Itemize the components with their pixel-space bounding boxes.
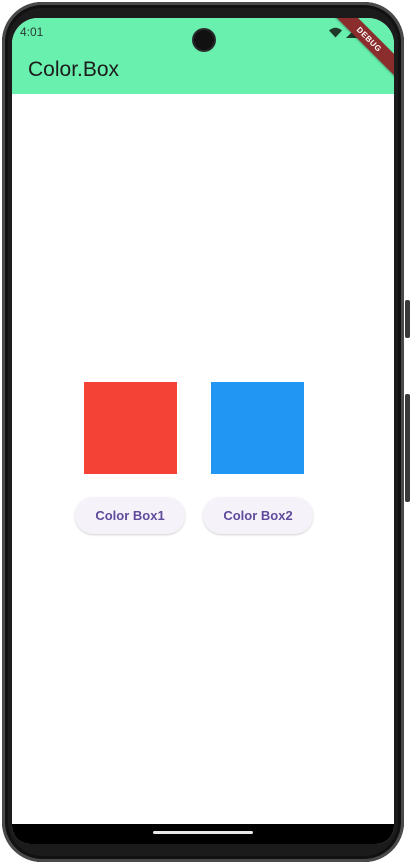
front-camera	[194, 30, 214, 50]
app-bar: 4:01 Color.Box DEBUG	[12, 18, 394, 94]
color-box1-button[interactable]: Color Box1	[75, 497, 185, 534]
home-indicator[interactable]	[153, 831, 253, 834]
status-time: 4:01	[20, 25, 44, 39]
color-box-2	[211, 382, 304, 474]
device-frame: 4:01 Color.Box DEBUG Color Box1 Color Bo…	[0, 0, 410, 866]
power-button	[405, 394, 410, 502]
app-screen: 4:01 Color.Box DEBUG Color Box1 Color Bo…	[12, 18, 394, 844]
volume-button	[405, 300, 410, 338]
status-bar: 4:01	[12, 18, 394, 50]
color-box2-button[interactable]: Color Box2	[203, 497, 313, 534]
app-title: Color.Box	[28, 58, 120, 81]
navigation-bar	[12, 824, 394, 844]
wifi-icon	[329, 27, 342, 37]
color-box-1	[84, 382, 177, 474]
